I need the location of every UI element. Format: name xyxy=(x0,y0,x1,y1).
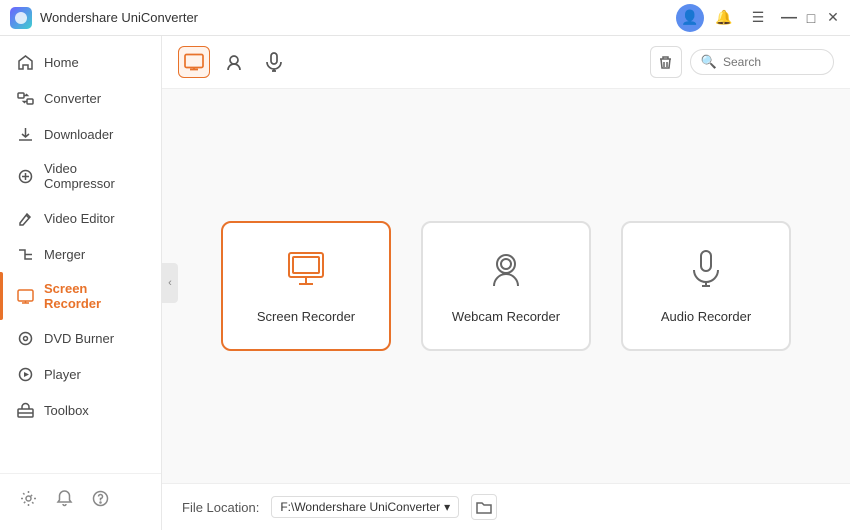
sidebar-item-dvd-burner[interactable]: DVD Burner xyxy=(0,320,161,356)
user-button[interactable]: 👤 xyxy=(676,4,704,32)
webcam-recorder-card-icon xyxy=(486,248,526,297)
sidebar-label-screen-recorder: Screen Recorder xyxy=(44,281,145,311)
maximize-button[interactable]: □ xyxy=(804,11,818,25)
converter-icon xyxy=(16,89,34,107)
menu-button[interactable]: ☰ xyxy=(744,4,772,32)
main-layout: Home Converter Downloader xyxy=(0,36,850,530)
sidebar-label-merger: Merger xyxy=(44,247,85,262)
sidebar-item-merger[interactable]: Merger xyxy=(0,236,161,272)
tab-webcam-recorder[interactable] xyxy=(218,46,250,78)
close-button[interactable]: ✕ xyxy=(826,11,840,25)
sidebar-item-home[interactable]: Home xyxy=(0,44,161,80)
settings-icon[interactable] xyxy=(12,482,44,514)
bell-icon[interactable] xyxy=(48,482,80,514)
bottom-bar: File Location: F:\Wondershare UniConvert… xyxy=(162,483,850,530)
screen-recorder-card[interactable]: Screen Recorder xyxy=(221,221,391,351)
title-bar: Wondershare UniConverter 👤 🔔 ☰ — □ ✕ xyxy=(0,0,850,36)
downloader-icon xyxy=(16,125,34,143)
sidebar-label-home: Home xyxy=(44,55,79,70)
search-box: 🔍 xyxy=(690,49,834,75)
search-input[interactable] xyxy=(723,55,823,69)
file-location-label: File Location: xyxy=(182,500,259,515)
sidebar-label-converter: Converter xyxy=(44,91,101,106)
help-icon[interactable] xyxy=(84,482,116,514)
file-location-dropdown[interactable]: F:\Wondershare UniConverter ▾ xyxy=(271,496,459,518)
sidebar-item-screen-recorder[interactable]: Screen Recorder xyxy=(0,272,161,320)
dvd-icon xyxy=(16,329,34,347)
collapse-handle[interactable]: ‹ xyxy=(162,263,178,303)
audio-recorder-card-label: Audio Recorder xyxy=(661,309,751,324)
sidebar-label-downloader: Downloader xyxy=(44,127,113,142)
sidebar-item-player[interactable]: Player xyxy=(0,356,161,392)
webcam-recorder-card-label: Webcam Recorder xyxy=(452,309,560,324)
dropdown-arrow-icon: ▾ xyxy=(444,500,450,514)
sidebar-item-video-compressor[interactable]: Video Compressor xyxy=(0,152,161,200)
sidebar-label-player: Player xyxy=(44,367,81,382)
merge-icon xyxy=(16,245,34,263)
sidebar-item-converter[interactable]: Converter xyxy=(0,80,161,116)
screen-recorder-icon xyxy=(16,287,34,305)
sidebar: Home Converter Downloader xyxy=(0,36,162,530)
toolbox-icon xyxy=(16,401,34,419)
sidebar-label-video-compressor: Video Compressor xyxy=(44,161,145,191)
audio-recorder-card[interactable]: Audio Recorder xyxy=(621,221,791,351)
search-icon: 🔍 xyxy=(701,54,717,70)
screen-recorder-card-icon xyxy=(286,248,326,297)
cards-row: Screen Recorder Webcam Recorder xyxy=(221,221,791,351)
edit-icon xyxy=(16,209,34,227)
webcam-recorder-card[interactable]: Webcam Recorder xyxy=(421,221,591,351)
audio-recorder-card-icon xyxy=(686,248,726,297)
browse-folder-button[interactable] xyxy=(471,494,497,520)
sidebar-bottom xyxy=(0,473,161,522)
sidebar-label-toolbox: Toolbox xyxy=(44,403,89,418)
minimize-button[interactable]: — xyxy=(782,11,796,25)
play-icon xyxy=(16,365,34,383)
sidebar-item-downloader[interactable]: Downloader xyxy=(0,116,161,152)
sidebar-item-toolbox[interactable]: Toolbox xyxy=(0,392,161,428)
compress-icon xyxy=(16,167,34,185)
tab-screen-recorder[interactable] xyxy=(178,46,210,78)
sidebar-label-video-editor: Video Editor xyxy=(44,211,115,226)
app-logo xyxy=(10,7,32,29)
screen-recorder-card-label: Screen Recorder xyxy=(257,309,355,324)
sidebar-item-video-editor[interactable]: Video Editor xyxy=(0,200,161,236)
window-controls: — □ ✕ xyxy=(782,11,840,25)
tab-audio-recorder[interactable] xyxy=(258,46,290,78)
top-toolbar: 🔍 xyxy=(162,36,850,89)
file-path-text: F:\Wondershare UniConverter xyxy=(280,500,440,514)
bell-button[interactable]: 🔔 xyxy=(710,4,738,32)
delete-button[interactable] xyxy=(650,46,682,78)
app-title: Wondershare UniConverter xyxy=(40,10,676,25)
content-area: ‹ xyxy=(162,36,850,530)
cards-area: Screen Recorder Webcam Recorder xyxy=(162,89,850,483)
title-bar-actions: 👤 🔔 ☰ — □ ✕ xyxy=(676,4,840,32)
home-icon xyxy=(16,53,34,71)
sidebar-label-dvd-burner: DVD Burner xyxy=(44,331,114,346)
